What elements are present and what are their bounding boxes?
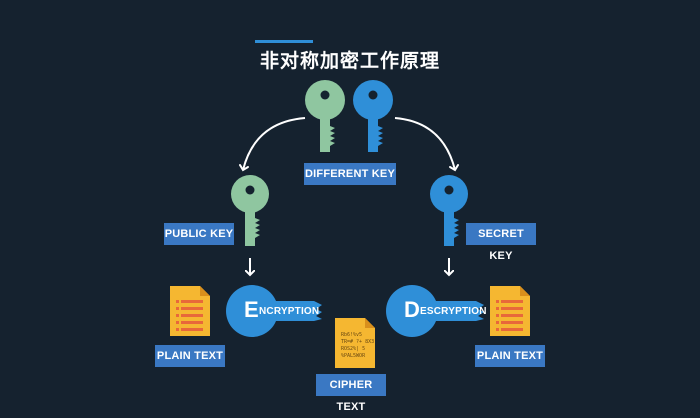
- plain-text-document-icon-right: [490, 286, 530, 336]
- arrow-left-curve: [243, 117, 306, 170]
- secret-key-label: SECRET KEY: [466, 223, 536, 262]
- encryption-initial: E: [244, 297, 259, 322]
- plain-text-document-icon-left: [170, 286, 210, 336]
- public-key-icon: [231, 175, 269, 246]
- different-key-label: DIFFERENT KEY: [304, 163, 396, 185]
- green-key-icon: [305, 80, 345, 152]
- diagram: 非对称加密工作原理 Rb6!%v5 TR=# ?+ 8X3 ROS2%| 5 %…: [0, 0, 700, 413]
- public-key-label: PUBLIC KEY: [164, 223, 234, 245]
- secret-key-icon: [430, 175, 468, 246]
- blue-key-icon: [353, 80, 393, 152]
- cipher-text-content: Rb6!%v5 TR=# ?+ 8X3 ROS2%| 5 %PAL5WOR: [341, 332, 375, 359]
- cipher-text-label: CIPHER TEXT: [316, 374, 386, 413]
- decryption-initial: D: [404, 297, 420, 322]
- plain-text-label-left: PLAIN TEXT: [155, 345, 225, 367]
- encryption-label: NCRYPTION: [259, 306, 320, 317]
- arrow-right-curve: [394, 117, 455, 170]
- decryption-label: ESCRYPTION: [420, 306, 487, 317]
- plain-text-label-right: PLAIN TEXT: [475, 345, 545, 367]
